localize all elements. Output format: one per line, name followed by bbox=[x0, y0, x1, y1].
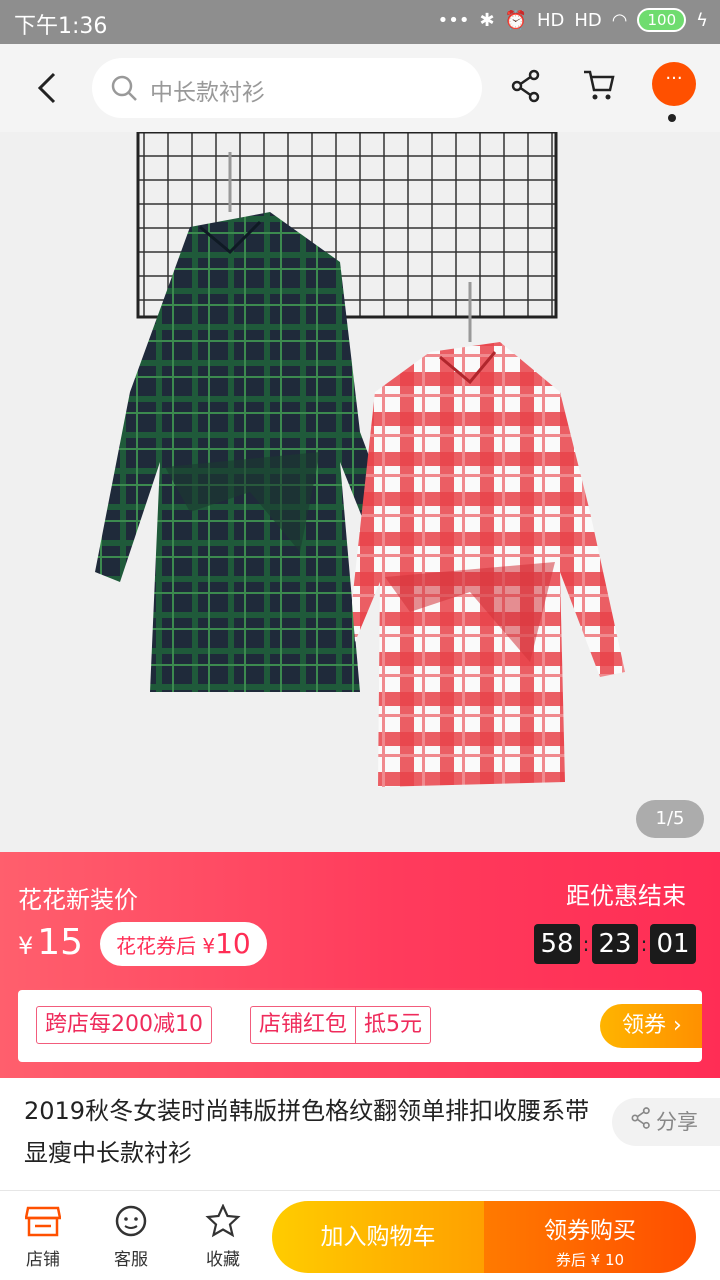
chevron-right-icon: › bbox=[673, 1013, 682, 1038]
currency-symbol: ¥ bbox=[18, 932, 34, 960]
cart-icon[interactable] bbox=[582, 68, 616, 102]
top-nav: 中长款衬衫 ··· bbox=[0, 44, 720, 132]
service-label: 客服 bbox=[114, 1250, 148, 1270]
coupon-price-badge: 花花券后 ¥10 bbox=[100, 922, 267, 966]
alarm-icon: ⏰ bbox=[504, 9, 527, 31]
get-coupon-button[interactable]: 领券 › bbox=[600, 1004, 702, 1048]
countdown-hours: 58 bbox=[534, 924, 580, 964]
coupon-panel: 跨店每200减10 店铺红包 抵5元 领券 › bbox=[18, 990, 702, 1062]
notification-dot bbox=[668, 114, 676, 122]
coupon-buy-subtext: 券后 ¥ 10 bbox=[555, 1251, 625, 1269]
add-to-cart-button[interactable]: 加入购物车 bbox=[272, 1201, 484, 1273]
cross-store-discount-tag[interactable]: 跨店每200减10 bbox=[36, 1006, 212, 1044]
coupon-buy-label: 领券购买 bbox=[544, 1218, 636, 1244]
promo-price-label: 花花新装价 bbox=[18, 886, 138, 914]
coupon-price-prefix: 花花券后 ¥ bbox=[116, 934, 216, 958]
status-time: 下午1:36 bbox=[14, 14, 108, 39]
wifi-icon: ◠ bbox=[611, 9, 628, 31]
product-photo bbox=[0, 132, 720, 852]
star-icon bbox=[188, 1201, 258, 1241]
store-red-packet-value: 抵5元 bbox=[355, 1007, 430, 1043]
more-menu-button[interactable]: ··· bbox=[652, 62, 696, 106]
share-button[interactable]: 分享 bbox=[612, 1098, 720, 1146]
share-icon[interactable] bbox=[510, 68, 542, 104]
price-amount: 15 bbox=[37, 922, 84, 963]
signal-hd-1: HD bbox=[536, 9, 565, 31]
image-counter: 1/5 bbox=[636, 800, 704, 838]
coupon-buy-button[interactable]: 领券购买 券后 ¥ 10 bbox=[484, 1201, 696, 1273]
status-icons: ••• ✱ ⏰ HD HD ◠ 100 ϟ bbox=[438, 8, 708, 32]
shop-icon bbox=[8, 1201, 78, 1241]
shop-label: 店铺 bbox=[26, 1250, 60, 1270]
service-tab[interactable]: 客服 bbox=[96, 1201, 166, 1270]
price-banner: 花花新装价 ¥15 花花券后 ¥10 距优惠结束 58 : 23 : 01 bbox=[0, 852, 720, 988]
battery-indicator: 100 bbox=[637, 8, 687, 32]
get-coupon-label: 领券 bbox=[622, 1013, 667, 1038]
bluetooth-icon: ✱ bbox=[479, 9, 495, 31]
shop-tab[interactable]: 店铺 bbox=[8, 1201, 78, 1270]
current-price: ¥15 bbox=[18, 922, 83, 963]
status-bar: 下午1:36 ••• ✱ ⏰ HD HD ◠ 100 ϟ bbox=[0, 0, 720, 44]
charging-icon: ϟ bbox=[696, 9, 708, 31]
search-icon bbox=[111, 75, 137, 101]
share-icon bbox=[630, 1099, 652, 1147]
coupon-strip: 跨店每200减10 店铺红包 抵5元 领券 › bbox=[0, 988, 720, 1078]
countdown-seconds: 01 bbox=[650, 924, 696, 964]
customer-service-icon bbox=[96, 1201, 166, 1241]
favorite-label: 收藏 bbox=[206, 1250, 240, 1270]
countdown-separator: : bbox=[640, 932, 648, 956]
favorite-tab[interactable]: 收藏 bbox=[188, 1201, 258, 1270]
countdown-label: 距优惠结束 bbox=[566, 882, 686, 910]
back-arrow-icon[interactable] bbox=[30, 68, 66, 108]
countdown-separator: : bbox=[582, 932, 590, 956]
bottom-action-bar: 店铺 客服 收藏 加入购物车 领券购买 券后 ¥ 10 bbox=[0, 1190, 720, 1280]
coupon-price-amount: 10 bbox=[215, 927, 251, 960]
more-dots-icon: ••• bbox=[437, 9, 470, 31]
countdown-timer: 58 : 23 : 01 bbox=[534, 924, 696, 964]
store-red-packet-tag[interactable]: 店铺红包 抵5元 bbox=[250, 1006, 432, 1044]
search-box[interactable]: 中长款衬衫 bbox=[92, 58, 482, 118]
signal-hd-2: HD bbox=[574, 9, 602, 31]
countdown-minutes: 23 bbox=[592, 924, 638, 964]
product-title: 2019秋冬女装时尚韩版拼色格纹翻领单排扣收腰系带显瘦中长款衬衫 bbox=[24, 1097, 590, 1167]
search-input[interactable]: 中长款衬衫 bbox=[150, 73, 265, 107]
store-red-packet-label: 店铺红包 bbox=[259, 1012, 348, 1037]
share-label: 分享 bbox=[656, 1110, 698, 1134]
product-image-carousel[interactable]: 1/5 bbox=[0, 132, 720, 852]
